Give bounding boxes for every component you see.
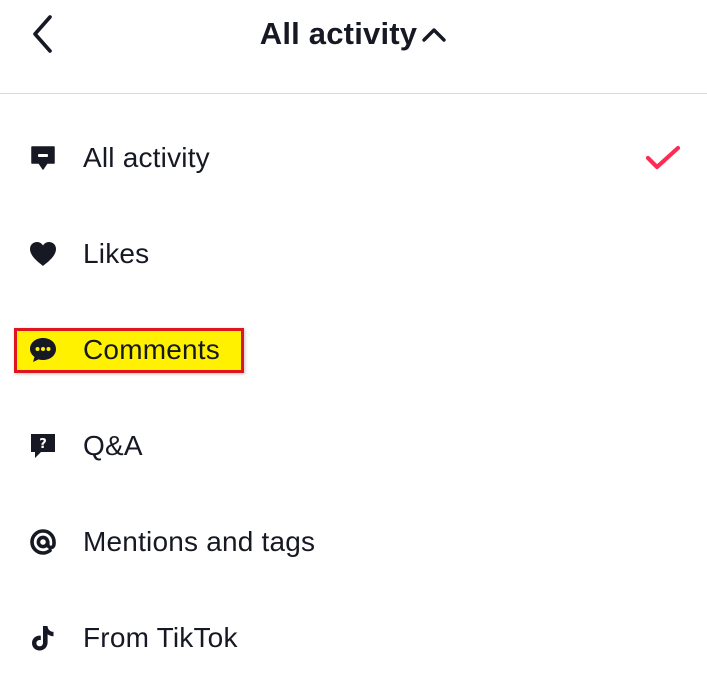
menu-item-from-tiktok[interactable]: From TikTok (0, 590, 707, 686)
menu-item-qa[interactable]: ? Q&A (0, 398, 707, 494)
chat-bubble-icon (27, 334, 59, 366)
at-sign-icon (27, 526, 59, 558)
menu-item-all-activity[interactable]: All activity (0, 110, 707, 206)
activity-filter-dropdown[interactable]: All activity (0, 12, 707, 56)
menu-item-likes[interactable]: Likes (0, 206, 707, 302)
tiktok-logo-icon (27, 622, 59, 654)
checkmark-icon (645, 140, 681, 176)
chevron-up-icon (421, 12, 447, 56)
menu-item-comments[interactable]: Comments (0, 302, 707, 398)
message-square-icon (27, 142, 59, 174)
menu-item-label: Q&A (83, 430, 143, 461)
page-title: All activity (259, 16, 418, 51)
menu-item-label: Mentions and tags (83, 526, 316, 557)
menu-item-label: Likes (83, 238, 150, 269)
question-bubble-icon: ? (27, 430, 59, 462)
menu-item-mentions-and-tags[interactable]: Mentions and tags (0, 494, 707, 590)
svg-text:?: ? (39, 437, 47, 452)
menu-item-label: Comments (83, 334, 220, 365)
header-bar: All activity (0, 0, 707, 94)
heart-icon (27, 238, 59, 270)
menu-item-label: All activity (83, 142, 210, 173)
activity-filter-list: All activity Likes Comments ? Q&A Mentio… (0, 110, 707, 686)
menu-item-label: From TikTok (83, 622, 238, 653)
